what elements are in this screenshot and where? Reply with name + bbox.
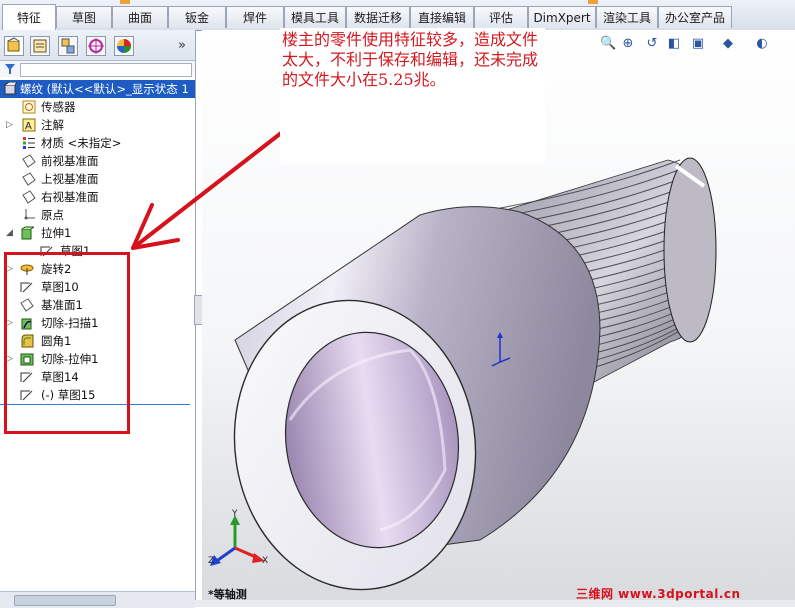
- expand-panel-button[interactable]: »: [178, 38, 186, 53]
- tab-surfaces[interactable]: 曲面: [112, 6, 168, 28]
- callout-text: 楼主的零件使用特征较多，造成文件太大，不利于保存和编辑，还未完成的文件大小在5.…: [282, 30, 539, 89]
- tab-features[interactable]: 特征: [2, 4, 56, 30]
- tree-item-label: 前视基准面: [41, 154, 99, 168]
- scrollbar-thumb[interactable]: [14, 595, 116, 606]
- filter-icon[interactable]: [4, 63, 16, 75]
- tree-root-label: 螺纹 (默认<<默认>_显示状态 1: [20, 82, 189, 96]
- hide-show-icon[interactable]: ◐: [754, 36, 770, 52]
- filter-input[interactable]: [20, 63, 192, 77]
- tab-dimxpert[interactable]: DimXpert: [528, 6, 596, 28]
- toolbar-edge-decoration: [120, 0, 130, 4]
- tab-render-tools[interactable]: 渲染工具: [596, 6, 658, 28]
- tab-sheet-metal[interactable]: 钣金: [168, 6, 226, 28]
- plane-icon: [22, 154, 36, 168]
- zoom-area-icon[interactable]: ⊕: [620, 36, 636, 52]
- expand-arrow-icon[interactable]: ▷: [6, 116, 14, 134]
- tree-item-label: 上视基准面: [41, 172, 99, 186]
- display-style-icon[interactable]: ◆: [720, 36, 736, 52]
- annotation-callout: 楼主的零件使用特征较多，造成文件太大，不利于保存和编辑，还未完成的文件大小在5.…: [280, 28, 545, 164]
- filter-bar: [0, 61, 195, 77]
- feature-manager-icon[interactable]: [4, 36, 24, 56]
- plane-icon: [22, 190, 36, 204]
- tree-item-origin[interactable]: 原点: [0, 206, 190, 224]
- tree-item-label: 原点: [41, 208, 64, 222]
- tab-mold-tools[interactable]: 模具工具: [284, 6, 346, 28]
- section-view-icon[interactable]: ◧: [666, 36, 682, 52]
- material-icon: [22, 136, 36, 150]
- sensor-icon: [22, 100, 36, 114]
- configuration-manager-icon[interactable]: [58, 36, 78, 56]
- collapse-arrow-icon[interactable]: ◢: [6, 224, 14, 242]
- svg-text:A: A: [25, 121, 32, 132]
- site-watermark: 三维网 www.3dportal.cn: [576, 587, 741, 601]
- annotation-icon: A: [22, 118, 36, 132]
- heads-up-view-toolbar: 🔍 ⊕ ↺ ◧ ▣ ◆ ◐: [598, 34, 795, 56]
- tab-sketch[interactable]: 草图: [56, 6, 112, 28]
- tree-item-label: 注解: [41, 118, 64, 132]
- triad-y-label: Y: [232, 509, 238, 519]
- origin-icon: [22, 208, 36, 222]
- tree-item-label: 右视基准面: [41, 190, 99, 204]
- tree-item-top-plane[interactable]: 上视基准面: [0, 170, 190, 188]
- display-manager-icon[interactable]: [114, 36, 134, 56]
- panel-scrollbar[interactable]: [0, 591, 195, 608]
- tree-item-extrude1[interactable]: ◢ 拉伸1: [0, 224, 190, 242]
- view-orientation-icon[interactable]: ▣: [690, 36, 706, 52]
- triad-z-label: Z: [208, 556, 215, 566]
- previous-view-icon[interactable]: ↺: [644, 36, 660, 52]
- tree-item-label: 材质 <未指定>: [41, 136, 122, 150]
- tree-item-annotations[interactable]: ▷ A 注解: [0, 116, 190, 134]
- tree-item-label: 传感器: [41, 100, 76, 114]
- triad-x-label: X: [262, 556, 269, 566]
- tab-weldments[interactable]: 焊件: [226, 6, 284, 28]
- tab-evaluate[interactable]: 评估: [474, 6, 528, 28]
- tree-item-right-plane[interactable]: 右视基准面: [0, 188, 190, 206]
- dimxpert-manager-icon[interactable]: [86, 36, 106, 56]
- property-manager-icon[interactable]: [30, 36, 50, 56]
- tree-item-material[interactable]: 材质 <未指定>: [0, 134, 190, 152]
- tree-item-sensors[interactable]: 传感器: [0, 98, 190, 116]
- extrude-icon: [20, 226, 34, 240]
- highlight-box: [4, 252, 130, 434]
- zoom-to-fit-icon[interactable]: 🔍: [600, 36, 616, 52]
- part-icon: [3, 82, 17, 96]
- tab-direct-editing[interactable]: 直接编辑: [410, 6, 474, 28]
- command-manager-tabs: 特征 草图 曲面 钣金 焊件 模具工具 数据迁移 直接编辑 评估 DimXper…: [0, 0, 795, 31]
- tab-data-migration[interactable]: 数据迁移: [346, 6, 410, 28]
- tree-item-front-plane[interactable]: 前视基准面: [0, 152, 190, 170]
- tree-root-part[interactable]: 螺纹 (默认<<默认>_显示状态 1: [0, 80, 195, 98]
- tab-office-products[interactable]: 办公室产品: [658, 6, 732, 28]
- tree-item-label: 拉伸1: [41, 226, 72, 240]
- plane-icon: [22, 172, 36, 186]
- feature-manager-tab-strip: »: [0, 30, 195, 61]
- toolbar-edge-decoration: [588, 0, 598, 4]
- feature-manager-panel: » 螺纹 (默认<<默认>_显示状态 1 传感器 ▷ A 注解 材质 <未指定>…: [0, 30, 196, 608]
